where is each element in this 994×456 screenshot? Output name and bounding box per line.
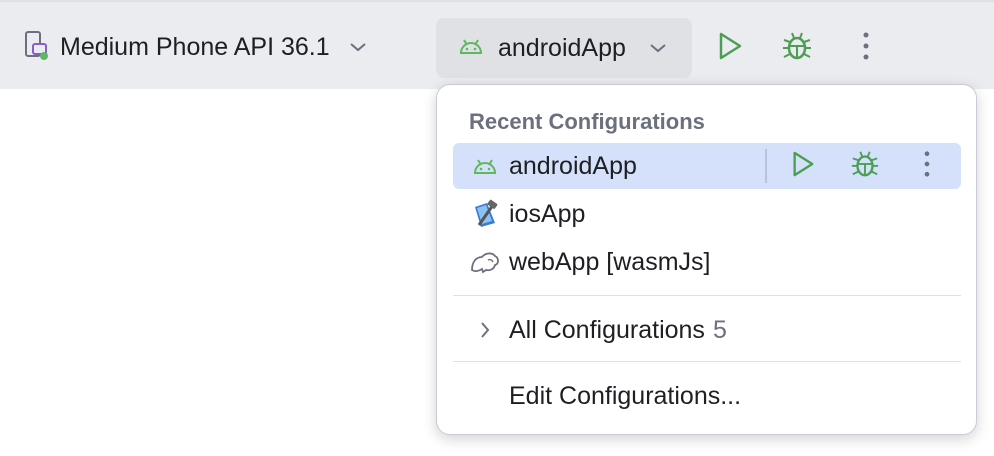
item-debug-button[interactable]	[849, 149, 881, 183]
chevron-down-icon	[648, 41, 668, 55]
config-item-label: androidApp	[509, 151, 637, 180]
device-label: Medium Phone API 36.1	[60, 32, 330, 61]
item-actions	[765, 149, 943, 183]
edit-configurations-item[interactable]: Edit Configurations...	[509, 373, 741, 419]
all-configurations-label: All Configurations	[509, 315, 705, 344]
config-item-label: webApp [wasmJs]	[509, 247, 711, 276]
all-configurations-count: 5	[712, 315, 727, 344]
item-more-button[interactable]	[911, 149, 943, 183]
debug-icon	[850, 149, 880, 184]
xcode-icon	[469, 199, 501, 229]
chevron-right-icon	[469, 320, 501, 340]
divider	[453, 361, 961, 362]
divider	[453, 295, 961, 296]
chevron-down-icon	[348, 40, 368, 54]
android-icon	[458, 36, 484, 61]
run-configuration-label: androidApp	[498, 33, 626, 62]
all-configurations-item[interactable]: All Configurations 5	[453, 307, 961, 353]
device-phone-icon	[22, 29, 50, 66]
config-item-label: iosApp	[509, 199, 586, 228]
run-button[interactable]	[714, 30, 746, 66]
more-vertical-icon	[923, 150, 931, 183]
run-icon	[790, 150, 816, 183]
android-icon	[469, 156, 501, 176]
main-toolbar: Medium Phone API 36.1 androidApp	[0, 0, 994, 89]
device-selector[interactable]: Medium Phone API 36.1	[22, 28, 368, 66]
run-configuration-selector[interactable]: androidApp	[436, 18, 692, 78]
debug-button[interactable]	[781, 30, 813, 66]
wasm-icon	[469, 250, 501, 274]
run-configurations-popup: Recent Configurations androidApp iosApp …	[436, 84, 977, 435]
config-item-webApp[interactable]: webApp [wasmJs]	[453, 239, 961, 285]
debug-icon	[781, 30, 813, 67]
section-title: Recent Configurations	[469, 109, 705, 134]
separator	[765, 149, 767, 183]
item-run-button[interactable]	[787, 149, 819, 183]
more-vertical-icon	[862, 31, 870, 66]
config-item-iosApp[interactable]: iosApp	[453, 191, 961, 237]
more-options-button[interactable]	[850, 30, 882, 66]
config-item-androidApp[interactable]: androidApp	[453, 143, 961, 189]
run-icon	[716, 31, 744, 66]
